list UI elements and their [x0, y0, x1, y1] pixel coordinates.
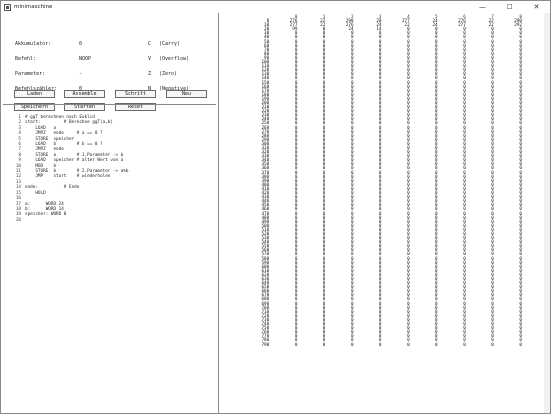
btn-schritt[interactable]: Schritt: [115, 90, 156, 98]
flag-description: (Carry): [159, 41, 181, 47]
flag-letter: V: [148, 56, 152, 62]
memory-cell[interactable]: 0: [438, 343, 466, 348]
memory-cell[interactable]: 0: [410, 343, 438, 348]
app-window: minimaschine — ☐ ✕ Akkumulator: 0 Befehl: N…: [0, 0, 551, 414]
code-text: MOD b: [25, 163, 57, 169]
memory-cell[interactable]: 0: [269, 343, 298, 348]
memory-cell[interactable]: 0: [382, 343, 410, 348]
memory-address: 790: [261, 342, 270, 348]
memory-cell[interactable]: 0: [466, 343, 494, 348]
code-text: a: WORD 24: [25, 201, 64, 207]
code-text: LOAD speicher # alter Wert von a: [25, 158, 124, 164]
code-text: ende: # Ende: [25, 185, 80, 191]
register-label: Parameter:: [15, 71, 46, 77]
btn-neu[interactable]: Neu: [166, 90, 207, 98]
memory-view: 0123456789027622290202772427622290201027…: [219, 13, 550, 413]
maximize-button[interactable]: ☐: [496, 1, 523, 13]
code-text: start: # Berechne ggT(a,b): [25, 120, 113, 126]
title-bar: minimaschine — ☐ ✕: [1, 1, 550, 13]
register-label: Befehl:: [15, 56, 37, 62]
assembly-editor[interactable]: 1 # ggT berechnen nach Euklid 2 start: # Be…: [7, 115, 129, 223]
code-text: JMP start # wiederholen: [25, 174, 111, 180]
btn-laden[interactable]: Laden: [14, 90, 55, 98]
register-value: 0: [79, 41, 83, 47]
window-title: minimaschine: [14, 4, 53, 10]
memory-scrollbar[interactable]: [544, 13, 550, 413]
code-line: 12 JMP start # wiederholen: [7, 174, 128, 179]
code-text: speicher: WORD 0: [25, 212, 67, 218]
flag-letter: Z: [148, 71, 152, 77]
flag-letter: C: [148, 41, 152, 47]
register-value: -: [79, 71, 83, 77]
panel-separator: [3, 104, 216, 105]
minimize-button[interactable]: —: [469, 1, 496, 13]
memory-cell[interactable]: 0: [325, 343, 354, 348]
app-icon: [4, 3, 11, 11]
flag-description: (Overflow): [159, 56, 190, 62]
memory-cell[interactable]: 0: [494, 343, 522, 348]
code-text: STORE speicher: [25, 136, 75, 142]
btn-assemble[interactable]: Assemble: [64, 90, 105, 98]
code-text: JMPZ ende: [25, 147, 64, 153]
memory-cell[interactable]: 0: [297, 343, 326, 348]
code-line: 20: [7, 218, 128, 223]
close-button[interactable]: ✕: [523, 1, 550, 13]
memory-row: 7900000000000: [241, 342, 550, 348]
register-label: Akkumulator:: [15, 41, 52, 47]
window-controls: — ☐ ✕: [469, 1, 550, 13]
flag-description: (Zero): [159, 71, 178, 77]
memory-table: 0123456789027622290202772427622290201027…: [241, 15, 550, 348]
memory-cell[interactable]: 0: [354, 343, 382, 348]
control-panel: Akkumulator: 0 Befehl: NOOP Parameter: - Befeh…: [1, 13, 218, 413]
code-text: JMPZ ende # a == 0 ?: [25, 131, 103, 137]
code-text: HOLD: [25, 190, 46, 196]
register-value: NOOP: [79, 56, 92, 62]
line-number: 20: [15, 217, 21, 223]
